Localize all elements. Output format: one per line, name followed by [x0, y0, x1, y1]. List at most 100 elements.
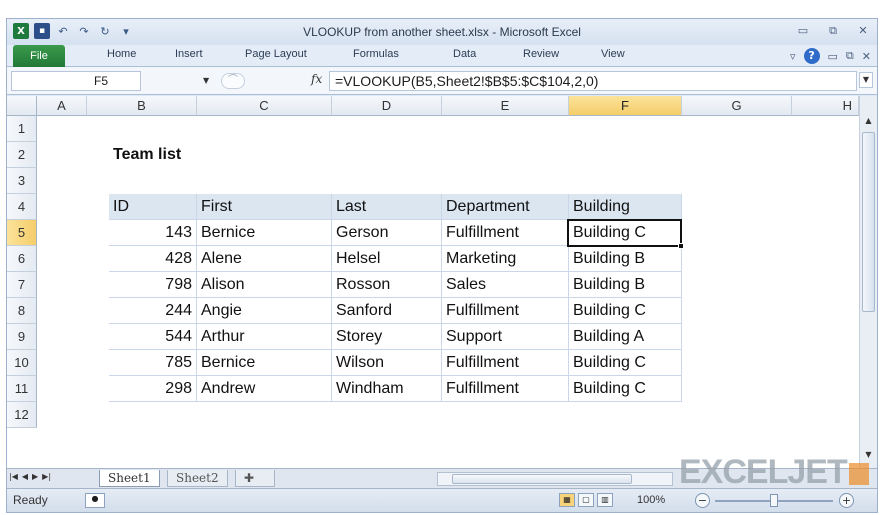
workbook-close-icon[interactable]: ✕ [862, 50, 871, 63]
tab-formulas[interactable]: Formulas [353, 48, 399, 60]
prev-sheet-icon[interactable]: ◀ [22, 472, 28, 481]
table-cell-last[interactable]: Rosson [332, 272, 442, 298]
vertical-scrollbar[interactable]: ▲ ▼ [859, 96, 877, 468]
table-cell-last[interactable]: Wilson [332, 350, 442, 376]
table-header-department[interactable]: Department [442, 194, 569, 220]
zoom-out-icon[interactable]: − [695, 493, 710, 508]
fill-handle[interactable] [678, 243, 684, 249]
minimize-ribbon-icon[interactable]: ▿ [790, 50, 796, 63]
table-cell-first[interactable]: Alene [197, 246, 332, 272]
row-header-1[interactable]: 1 [7, 116, 37, 142]
sheet-tab-sheet2[interactable]: Sheet2 [167, 470, 228, 487]
workbook-restore-icon[interactable]: ⧉ [846, 49, 854, 63]
table-cell-id[interactable]: 798 [109, 272, 197, 298]
column-header-b[interactable]: B [87, 96, 197, 116]
scroll-up-icon[interactable]: ▲ [862, 116, 875, 130]
column-header-a[interactable]: A [37, 96, 87, 116]
row-header-10[interactable]: 10 [7, 350, 37, 376]
restore-icon[interactable]: ⧉ [825, 23, 841, 39]
table-cell-department[interactable]: Fulfillment [442, 298, 569, 324]
row-header-2[interactable]: 2 [7, 142, 37, 168]
table-cell-first[interactable]: Angie [197, 298, 332, 324]
tab-view[interactable]: View [601, 48, 625, 60]
table-cell-id[interactable]: 143 [109, 220, 197, 246]
next-sheet-icon[interactable]: ▶ [32, 472, 38, 481]
zoom-level[interactable]: 100% [637, 494, 665, 506]
table-cell-last[interactable]: Sanford [332, 298, 442, 324]
table-cell-building[interactable]: Building C [569, 350, 682, 376]
zoom-in-icon[interactable]: + [839, 493, 854, 508]
formula-bar-cancel-icon[interactable]: ⌒ [221, 73, 245, 89]
column-header-f[interactable]: F [569, 96, 682, 116]
tab-page-layout[interactable]: Page Layout [245, 48, 307, 60]
horizontal-scroll-thumb[interactable] [452, 474, 632, 484]
row-header-5[interactable]: 5 [7, 220, 37, 246]
cell-b2-team-list-title[interactable]: Team list [109, 142, 269, 168]
close-icon[interactable]: ✕ [855, 23, 871, 39]
zoom-slider-thumb[interactable] [770, 494, 778, 507]
table-cell-id[interactable]: 298 [109, 376, 197, 402]
tab-insert[interactable]: Insert [175, 48, 203, 60]
row-header-12[interactable]: 12 [7, 402, 37, 428]
table-cell-department[interactable]: Support [442, 324, 569, 350]
row-header-3[interactable]: 3 [7, 168, 37, 194]
column-header-h[interactable]: H [792, 96, 859, 116]
table-cell-department[interactable]: Marketing [442, 246, 569, 272]
table-cell-first[interactable]: Bernice [197, 350, 332, 376]
table-cell-first[interactable]: Alison [197, 272, 332, 298]
table-cell-building[interactable]: Building C [569, 298, 682, 324]
table-header-first[interactable]: First [197, 194, 332, 220]
table-header-last[interactable]: Last [332, 194, 442, 220]
tab-review[interactable]: Review [523, 48, 559, 60]
table-cell-building[interactable]: Building B [569, 246, 682, 272]
first-sheet-icon[interactable]: |◀ [9, 472, 18, 481]
table-cell-building[interactable]: Building A [569, 324, 682, 350]
table-cell-first[interactable]: Andrew [197, 376, 332, 402]
column-header-e[interactable]: E [442, 96, 569, 116]
row-header-7[interactable]: 7 [7, 272, 37, 298]
table-cell-last[interactable]: Helsel [332, 246, 442, 272]
vertical-scroll-thumb[interactable] [862, 132, 875, 312]
page-break-view-icon[interactable]: ▥ [597, 493, 613, 507]
row-header-8[interactable]: 8 [7, 298, 37, 324]
table-cell-department[interactable]: Fulfillment [442, 350, 569, 376]
table-cell-id[interactable]: 544 [109, 324, 197, 350]
table-cell-last[interactable]: Gerson [332, 220, 442, 246]
tab-data[interactable]: Data [453, 48, 476, 60]
table-header-building[interactable]: Building [569, 194, 682, 220]
table-cell-first[interactable]: Arthur [197, 324, 332, 350]
tab-home[interactable]: Home [107, 48, 136, 60]
name-box-dropdown-icon[interactable]: ▼ [203, 76, 209, 85]
table-cell-id[interactable]: 244 [109, 298, 197, 324]
table-cell-building[interactable]: Building B [569, 272, 682, 298]
expand-formula-bar-icon[interactable]: ▼ [859, 72, 873, 88]
workbook-minimize-icon[interactable]: ▭ [828, 50, 838, 63]
table-cell-last[interactable]: Windham [332, 376, 442, 402]
table-cell-id[interactable]: 428 [109, 246, 197, 272]
name-box[interactable]: F5 [11, 71, 141, 91]
table-cell-id[interactable]: 785 [109, 350, 197, 376]
table-cell-first[interactable]: Bernice [197, 220, 332, 246]
row-header-4[interactable]: 4 [7, 194, 37, 220]
insert-worksheet-icon[interactable]: ✚ [235, 470, 275, 487]
macro-recording-icon[interactable]: ● [85, 493, 105, 508]
sheet-tab-sheet1[interactable]: Sheet1 [99, 470, 160, 487]
row-header-9[interactable]: 9 [7, 324, 37, 350]
horizontal-scrollbar[interactable] [437, 472, 673, 486]
minimize-icon[interactable]: ▭ [795, 23, 811, 39]
last-sheet-icon[interactable]: ▶| [42, 472, 51, 481]
column-header-c[interactable]: C [197, 96, 332, 116]
table-cell-department[interactable]: Fulfillment [442, 220, 569, 246]
row-header-6[interactable]: 6 [7, 246, 37, 272]
page-layout-view-icon[interactable]: ▢ [578, 493, 594, 507]
table-cell-department[interactable]: Sales [442, 272, 569, 298]
table-cell-last[interactable]: Storey [332, 324, 442, 350]
table-header-id[interactable]: ID [109, 194, 197, 220]
normal-view-icon[interactable]: ▦ [559, 493, 575, 507]
column-header-g[interactable]: G [682, 96, 792, 116]
insert-function-icon[interactable]: fx [311, 72, 322, 86]
select-all-corner[interactable] [7, 96, 37, 116]
table-cell-department[interactable]: Fulfillment [442, 376, 569, 402]
help-icon[interactable]: ? [803, 48, 820, 64]
table-cell-building[interactable]: Building C [569, 376, 682, 402]
